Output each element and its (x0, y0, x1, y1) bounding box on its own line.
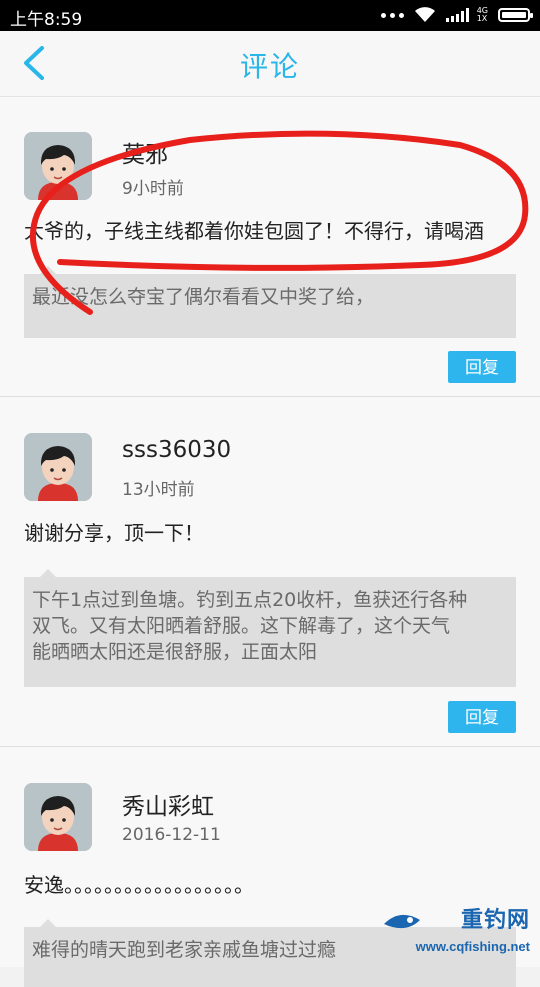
signal-icon (445, 8, 469, 22)
reply-button[interactable]: 回复 (448, 351, 516, 383)
avatar-icon (24, 433, 92, 501)
username[interactable]: 秀山彩虹 (122, 787, 214, 821)
comment-text: 大爷的，子线主线都着你娃包圆了！不得行，请喝酒 (24, 219, 484, 243)
nav-bar: 评论 (0, 31, 540, 97)
reply-button[interactable]: 回复 (448, 701, 516, 733)
quoted-post-line: 最近没怎么夺宝了偶尔看看又中奖了给， (32, 286, 375, 308)
quoted-post-line: 下午1点过到鱼塘。钓到五点20收杆，鱼获还行各种 (32, 589, 468, 611)
avatar[interactable] (24, 132, 92, 200)
status-time: 上午8:59 (10, 10, 83, 30)
avatar-icon (24, 132, 92, 200)
comment-time: 13小时前 (122, 480, 195, 500)
comment-text: 谢谢分享，顶一下！ (24, 521, 204, 545)
watermark-brand: 重钓网 (460, 908, 530, 933)
avatar[interactable] (24, 433, 92, 501)
comment-list: 莫邪 9小时前 大爷的，子线主线都着你娃包圆了！不得行，请喝酒 最近没怎么夺宝了… (0, 97, 540, 987)
watermark-url: www.cqfishing.net (415, 939, 530, 954)
avatar[interactable] (24, 783, 92, 851)
status-icons: 4G 1X (380, 6, 533, 23)
page-title: 评论 (239, 50, 300, 83)
username[interactable]: sss36030 (122, 437, 231, 463)
status-bar: 上午8:59 4G 1X (0, 0, 540, 31)
username[interactable]: 莫邪 (122, 135, 168, 169)
comment-item: 莫邪 9小时前 大爷的，子线主线都着你娃包圆了！不得行，请喝酒 最近没怎么夺宝了… (0, 97, 540, 397)
battery-icon (498, 8, 533, 22)
quoted-post[interactable]: 最近没怎么夺宝了偶尔看看又中奖了给， (24, 266, 516, 338)
comment-time: 9小时前 (122, 179, 184, 199)
comment-time: 2016-12-11 (122, 825, 221, 845)
quoted-post-line: 双飞。又有太阳晒着舒服。这下解毒了，这个天气 (32, 615, 451, 637)
quoted-post-line: 能晒晒太阳还是很舒服，正面太阳 (32, 641, 318, 663)
more-notifications-icon (380, 12, 404, 18)
network-type: 4G 1X (476, 6, 488, 23)
wifi-icon (414, 7, 435, 22)
comment-item: sss36030 13小时前 谢谢分享，顶一下！ 下午1点过到鱼塘。钓到五点20… (0, 397, 540, 747)
quoted-post[interactable]: 下午1点过到鱼塘。钓到五点20收杆，鱼获还行各种 双飞。又有太阳晒着舒服。这下解… (24, 569, 516, 687)
avatar-icon (24, 783, 92, 851)
comment-text: 安逸。。。。。。。。。。。。。。。。。。 (24, 873, 254, 897)
